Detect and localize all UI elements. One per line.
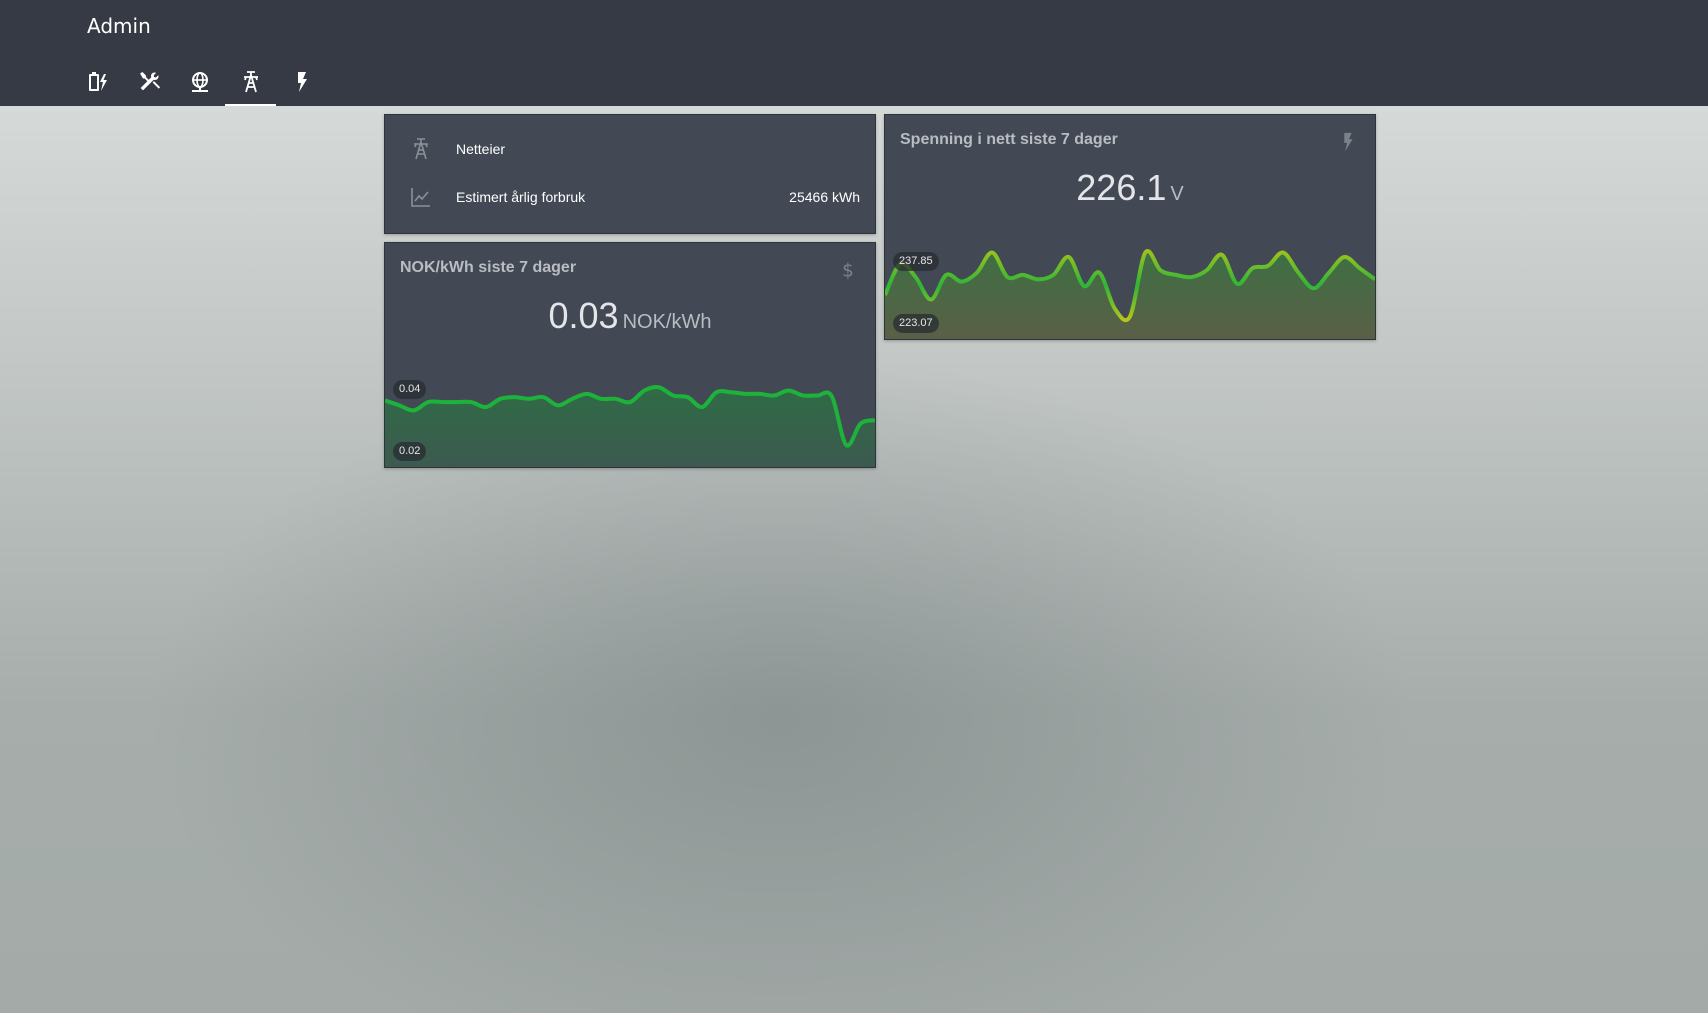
voltage-sparkline (885, 248, 1375, 339)
tab-power[interactable] (276, 62, 327, 106)
flash-icon (297, 72, 307, 92)
tab-grid[interactable] (225, 62, 276, 106)
price-value: 0.03 (548, 295, 619, 336)
globe-network-icon (191, 72, 208, 92)
price-card-title: NOK/kWh siste 7 dager (400, 259, 577, 276)
annual-consumption-label: Estimert årlig forbruk (456, 189, 586, 205)
voltage-current-value: 226.1 V (885, 167, 1375, 209)
price-current-value: 0.03 NOK/kWh (385, 295, 875, 337)
price-sparkline (385, 385, 875, 467)
voltage-card: Spenning i nett siste 7 dager 226.1 V 237… (884, 114, 1376, 340)
price-unit: NOK/kWh (622, 311, 712, 333)
tab-network[interactable] (174, 62, 225, 106)
tools-icon (139, 72, 160, 91)
battery-charging-icon (88, 72, 107, 91)
price-card: NOK/kWh siste 7 dager $ 0.03 NOK/kWh 0.04… (384, 242, 876, 468)
tab-tools[interactable] (123, 62, 174, 106)
list-item-netteier: Netteier (385, 129, 875, 169)
currency-usd-icon: $ (842, 260, 854, 281)
nav-tabs (72, 62, 327, 106)
voltage-value: 226.1 (1076, 167, 1167, 208)
list-item-annual-consumption: Estimert årlig forbruk 25466 kWh (385, 177, 875, 217)
flash-icon (1344, 132, 1353, 152)
annual-consumption-value: 25466 kWh (789, 189, 860, 205)
voltage-series-area (885, 250, 1375, 339)
price-max-label: 0.04 (393, 380, 427, 399)
top-app-bar: Admin (0, 0, 1708, 106)
chart-line-icon (411, 188, 430, 207)
voltage-unit: V (1170, 183, 1184, 205)
svg-text:$: $ (842, 260, 854, 281)
price-min-label: 0.02 (393, 442, 427, 461)
grid-info-card: Netteier Estimert årlig forbruk 25466 kW… (384, 114, 876, 234)
transmission-tower-icon (414, 138, 428, 160)
app-title: Admin (87, 14, 151, 38)
grid-owner-label: Netteier (456, 141, 506, 157)
voltage-min-label: 223.07 (893, 314, 939, 333)
price-series-area (385, 387, 875, 467)
voltage-max-label: 237.85 (893, 252, 939, 271)
voltage-card-title: Spenning i nett siste 7 dager (900, 131, 1118, 148)
transmission-tower-icon (243, 71, 258, 93)
tab-battery[interactable] (72, 62, 123, 106)
